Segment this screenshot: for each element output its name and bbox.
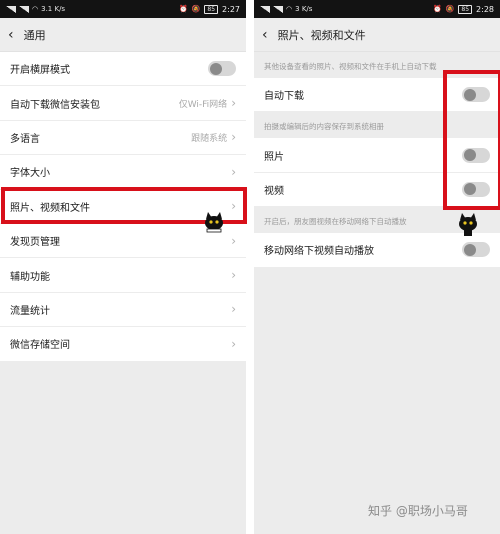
signal-icon (260, 5, 270, 13)
settings-row-label: 开启横屏模式 (10, 65, 70, 77)
settings-row[interactable]: 辅助功能 › (0, 258, 246, 293)
chevron-right-icon: › (231, 336, 236, 351)
settings-row-label: 流量统计 (10, 305, 50, 317)
status-bar: ◠ 3.1 K/s ⏰ 🔕 85 2:27 (0, 0, 246, 18)
settings-row[interactable]: 字体大小 › (0, 155, 246, 190)
cat-sticker-icon (459, 213, 477, 236)
settings-row-control (208, 61, 236, 77)
page-title: 照片、视频和文件 (277, 28, 366, 42)
settings-row-control: 跟随系统 › (191, 131, 236, 144)
settings-row-control: › (231, 303, 236, 315)
network-speed: 3.1 K/s (41, 5, 66, 13)
mute-icon: 🔕 (445, 5, 455, 13)
signal-icon (19, 5, 29, 13)
settings-row[interactable]: 自动下载微信安装包 仅Wi-Fi网络 › (0, 86, 246, 121)
settings-row-control (462, 242, 490, 258)
back-arrow-icon[interactable]: ‹ (8, 28, 14, 42)
settings-row-label: 微信存储空间 (10, 340, 70, 352)
navigation-bar: ‹ 照片、视频和文件 (254, 18, 500, 52)
settings-row-label: 字体大小 (10, 168, 50, 180)
chevron-right-icon: › (231, 164, 236, 179)
clock: 2:27 (222, 4, 240, 14)
chevron-right-icon: › (231, 302, 236, 317)
settings-row-label: 发现页管理 (10, 237, 60, 249)
settings-row-control: 仅Wi-Fi网络 › (179, 97, 236, 110)
highlight-box (443, 70, 500, 210)
settings-row-label: 移动网络下视频自动播放 (264, 246, 374, 258)
cat-sticker-icon (205, 212, 223, 233)
settings-row-value: 仅Wi-Fi网络 (178, 99, 228, 110)
settings-row-label: 自动下载 (264, 91, 304, 103)
page-title: 通用 (23, 28, 46, 42)
chevron-right-icon: › (231, 96, 236, 111)
chevron-right-icon: › (231, 268, 236, 283)
settings-row-control: › (231, 166, 236, 178)
alarm-icon: ⏰ (178, 5, 188, 13)
settings-row[interactable]: 移动网络下视频自动播放 (254, 233, 500, 268)
settings-row-label: 照片 (264, 151, 284, 163)
settings-row-value: 跟随系统 (191, 133, 228, 144)
back-arrow-icon[interactable]: ‹ (262, 28, 268, 42)
watermark: 知乎 @职场小马哥 (368, 504, 468, 518)
toggle-switch[interactable] (208, 61, 236, 77)
wifi-icon: ◠ (32, 5, 39, 13)
settings-row-control: › (231, 269, 236, 281)
clock: 2:28 (476, 4, 494, 14)
chevron-right-icon: › (231, 233, 236, 248)
signal-icon (6, 5, 16, 13)
network-speed: 3 K/s (295, 5, 313, 13)
general-settings-screen: ◠ 3.1 K/s ⏰ 🔕 85 2:27 ‹ 通用 开启横屏模式自动下载微信安… (0, 0, 246, 534)
wifi-icon: ◠ (286, 5, 293, 13)
settings-row[interactable]: 开启横屏模式 (0, 52, 246, 87)
settings-row-label: 多语言 (10, 133, 40, 145)
settings-row-control: › (231, 235, 236, 247)
settings-row-label: 自动下载微信安装包 (10, 99, 100, 111)
settings-row[interactable]: 微信存储空间 › (0, 327, 246, 362)
settings-row[interactable]: 多语言 跟随系统 › (0, 120, 246, 156)
settings-row-label: 辅助功能 (10, 271, 50, 283)
toggle-switch[interactable] (462, 242, 490, 258)
navigation-bar: ‹ 通用 (0, 18, 246, 52)
status-bar: ◠ 3 K/s ⏰ 🔕 85 2:28 (254, 0, 500, 18)
settings-row-control: › (231, 338, 236, 350)
alarm-icon: ⏰ (432, 5, 442, 13)
chevron-right-icon: › (231, 130, 236, 145)
battery-icon: 85 (204, 4, 219, 14)
signal-icon (273, 5, 283, 13)
battery-icon: 85 (458, 4, 473, 14)
settings-row[interactable]: 流量统计 › (0, 292, 246, 328)
mute-icon: 🔕 (191, 5, 201, 13)
settings-row-label: 视频 (264, 185, 284, 197)
